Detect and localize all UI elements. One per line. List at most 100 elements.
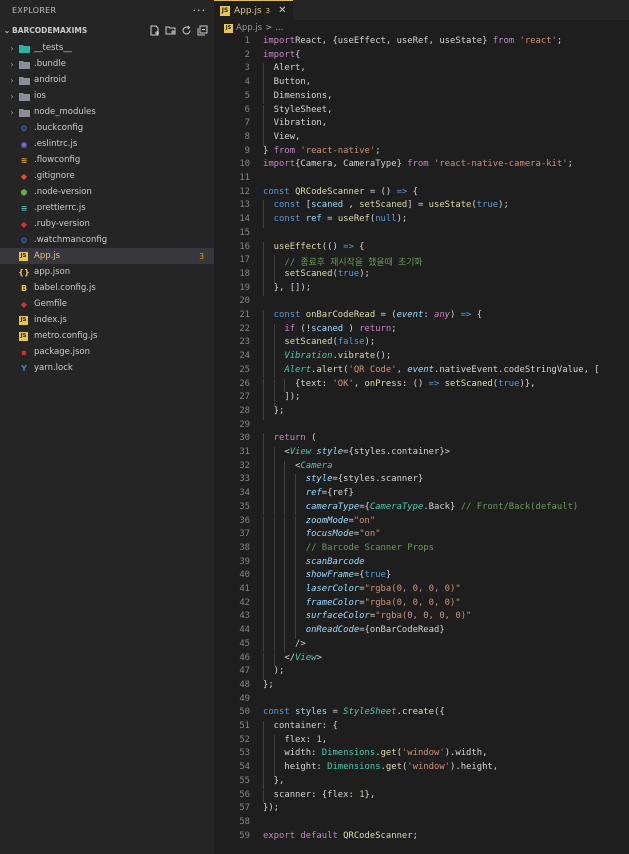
- code-token: ,: [353, 378, 365, 389]
- code-token: import: [263, 36, 296, 46]
- code-token: true: [337, 268, 360, 279]
- indent-guide: [284, 611, 286, 626]
- indent-guide: [284, 515, 286, 530]
- indent-guide: [295, 584, 297, 598]
- code-token: true: [364, 570, 386, 581]
- tree-item[interactable]: ◉ .eslintrc.js: [0, 136, 214, 152]
- code-token: >: [316, 652, 322, 663]
- code-token: null: [375, 214, 397, 225]
- tree-item-label: node_modules: [34, 107, 96, 117]
- code-token: QRCodeScanner: [337, 830, 413, 841]
- tree-item[interactable]: ◆ Gemfile: [0, 296, 214, 312]
- indent-guide: [263, 474, 264, 489]
- code-line: return (: [263, 433, 317, 443]
- code-token: // Front/Back(default): [460, 501, 579, 512]
- tree-item[interactable]: ◆ .ruby-version: [0, 216, 214, 232]
- code-token: ref: [263, 488, 322, 499]
- indent-guide: [263, 488, 264, 502]
- indent-guide: [295, 488, 297, 502]
- tree-item[interactable]: Yyarn.lock: [0, 360, 214, 376]
- tree-item[interactable]: Bbabel.config.js: [0, 280, 214, 296]
- code-token: "on": [353, 515, 376, 526]
- tree-item[interactable]: ≋ .flowconfig: [0, 152, 214, 168]
- code-token: Camera: [300, 460, 333, 471]
- code-token: });: [263, 803, 280, 814]
- line-number: 46: [239, 652, 250, 663]
- breadcrumb-more[interactable]: ...: [275, 23, 283, 33]
- code-token: .nativeEvent.codeStringValue, [: [434, 364, 600, 375]
- tree-item[interactable]: ◆ .gitignore: [0, 168, 214, 184]
- tree-item[interactable]: ⬢ .node-version: [0, 184, 214, 200]
- indent-guide: [263, 90, 264, 105]
- code-line: flex: 1,: [263, 735, 327, 745]
- close-icon[interactable]: ✕: [278, 5, 286, 16]
- explorer-header: EXPLORER ···: [0, 0, 214, 20]
- indent-guide: [263, 282, 264, 297]
- code-line: const styles = StyleSheet.create({: [263, 707, 445, 717]
- explorer-actions: [148, 24, 214, 36]
- new-folder-icon[interactable]: [164, 24, 176, 36]
- line-number: 54: [239, 762, 250, 773]
- tree-item[interactable]: ≡ .prettierrc.js: [0, 200, 214, 216]
- code-token: default: [295, 830, 338, 841]
- code-token: },: [364, 789, 376, 800]
- js-icon: JS: [19, 331, 28, 341]
- code-token: ={ref}: [321, 488, 354, 499]
- project-root[interactable]: ⌄ BARCODEMAXIMS: [0, 20, 214, 40]
- tree-item[interactable]: JS index.js: [0, 312, 214, 328]
- indent-guide: [273, 323, 275, 338]
- line-number: 22: [239, 323, 250, 334]
- code-line: focusMode="on": [263, 529, 381, 539]
- tree-item[interactable]: › android: [0, 72, 214, 88]
- tree-item[interactable]: ⚙ .buckconfig: [0, 120, 214, 136]
- tree-item[interactable]: › node_modules: [0, 104, 214, 120]
- tab-app-js[interactable]: JS App.js 3 ✕: [214, 0, 293, 20]
- code-token: ).width,: [444, 748, 488, 759]
- indent-guide: [273, 625, 275, 639]
- code-line: View,: [263, 132, 301, 142]
- indent-guide: [273, 268, 275, 283]
- tree-item[interactable]: › .bundle: [0, 56, 214, 72]
- indent-guide: [295, 474, 297, 489]
- code-token: =: [321, 214, 338, 225]
- tree-item[interactable]: JS metro.config.js: [0, 328, 214, 344]
- tree-item[interactable]: ⚙ .watchmanconfig: [0, 232, 214, 248]
- more-actions-icon[interactable]: ···: [193, 4, 207, 17]
- tree-item-label: .buckconfig: [34, 123, 84, 133]
- code-line: Vibration.vibrate();: [263, 351, 391, 361]
- line-number: 2: [244, 49, 250, 60]
- line-number: 3: [244, 63, 250, 74]
- line-number: 27: [239, 392, 250, 403]
- tree-item[interactable]: › ios: [0, 88, 214, 104]
- code-token: 'react': [514, 36, 557, 46]
- refresh-icon[interactable]: [180, 24, 192, 36]
- code-token: cameraType: [263, 501, 360, 512]
- code-line: setScaned(true);: [263, 269, 370, 279]
- breadcrumb-file[interactable]: App.js: [236, 23, 262, 33]
- config-icon: ⚙: [20, 123, 28, 133]
- code-token: ={styles.scanner}: [332, 474, 424, 485]
- line-number: 58: [239, 816, 250, 827]
- code-token: StyleSheet: [343, 707, 397, 718]
- code-token: ;: [556, 36, 563, 46]
- tree-item[interactable]: JS App.js 3: [0, 248, 214, 264]
- tree-item[interactable]: {} app.json: [0, 264, 214, 280]
- code-line: export default QRCodeScanner;: [263, 831, 418, 841]
- new-file-icon[interactable]: [148, 24, 160, 36]
- line-number: 39: [239, 556, 250, 567]
- line-number: 13: [239, 200, 250, 211]
- tree-item[interactable]: ▪ package.json: [0, 344, 214, 360]
- code-token: :: [423, 310, 434, 320]
- collapse-all-icon[interactable]: [196, 24, 208, 36]
- code-token: ;: [375, 145, 381, 156]
- code-token: onPress: [364, 378, 402, 389]
- tree-item[interactable]: › __tests__: [0, 40, 214, 56]
- chevron-right-icon: ›: [10, 107, 14, 117]
- code-token: ={onBarCodeRead}: [359, 625, 445, 636]
- indent-guide: [284, 488, 286, 502]
- config-icon: ⚙: [20, 235, 28, 245]
- line-number: 53: [239, 748, 250, 759]
- chevron-right-icon: ›: [10, 75, 14, 85]
- tree-item-label: app.json: [34, 267, 71, 277]
- code-token: Button,: [263, 77, 312, 88]
